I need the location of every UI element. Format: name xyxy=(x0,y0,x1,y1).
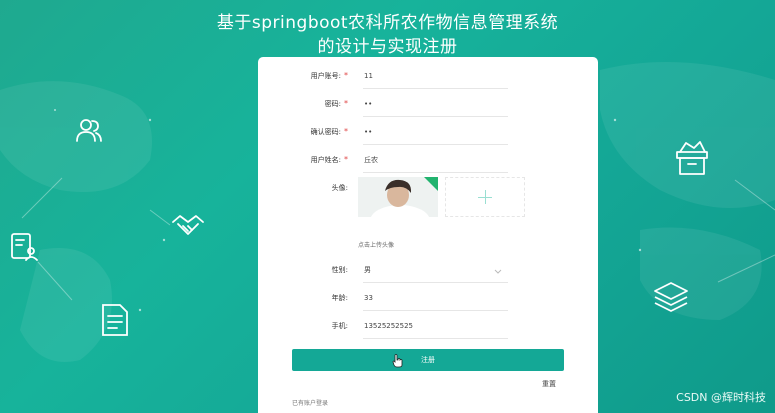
gender-label: 性别: xyxy=(331,266,348,274)
phone-label: 手机: xyxy=(331,322,348,330)
users-icon xyxy=(74,116,104,150)
password-input[interactable]: •• xyxy=(363,95,508,117)
register-button[interactable]: 注册 xyxy=(292,349,564,371)
name-input[interactable]: 丘农 xyxy=(363,151,508,173)
upload-hint: 点击上传头像 xyxy=(358,242,395,249)
age-row: 年龄: 33 xyxy=(258,289,598,313)
handshake-icon xyxy=(170,210,206,244)
add-avatar-button[interactable] xyxy=(445,177,525,217)
name-row: 用户姓名: * 丘农 xyxy=(258,151,598,175)
confirm-password-input[interactable]: •• xyxy=(363,123,508,145)
phone-input[interactable]: 13525252525 xyxy=(363,317,508,339)
name-label: 用户姓名: * xyxy=(310,155,348,164)
id-card-icon xyxy=(8,230,40,268)
document-icon xyxy=(98,302,132,342)
age-label: 年龄: xyxy=(331,294,348,302)
watermark: CSDN @辉时科技 xyxy=(676,391,766,404)
password-row: 密码: * •• xyxy=(258,95,598,119)
gender-row: 性别: 男 xyxy=(258,261,598,285)
layers-icon xyxy=(652,280,690,320)
chevron-down-icon xyxy=(494,269,502,274)
page-title: 基于springboot农科所农作物信息管理系统 xyxy=(216,13,559,33)
avatar-label: 头像: xyxy=(331,184,348,192)
gender-select[interactable]: 男 xyxy=(363,261,508,283)
reset-button[interactable]: 重置 xyxy=(542,379,556,389)
account-label: 用户账号: * xyxy=(310,71,348,80)
archive-box-icon xyxy=(672,138,712,182)
page-subtitle: 的设计与实现注册 xyxy=(317,37,458,57)
account-row: 用户账号: * 11 xyxy=(258,67,598,91)
password-label: 密码: * xyxy=(324,99,348,108)
age-input[interactable]: 33 xyxy=(363,289,508,311)
cursor-icon xyxy=(392,354,403,368)
login-link[interactable]: 已有账户登录 xyxy=(292,398,328,407)
phone-row: 手机: 13525252525 xyxy=(258,317,598,341)
gender-value: 男 xyxy=(364,266,371,274)
avatar-image[interactable] xyxy=(358,177,438,217)
confirm-password-row: 确认密码: * •• xyxy=(258,123,598,147)
register-form: 用户账号: * 11 密码: * •• 确认密码: * •• 用户姓名: * 丘农 头像… xyxy=(258,57,598,413)
account-input[interactable]: 11 xyxy=(363,67,508,89)
confirm-password-label: 确认密码: * xyxy=(310,127,348,136)
